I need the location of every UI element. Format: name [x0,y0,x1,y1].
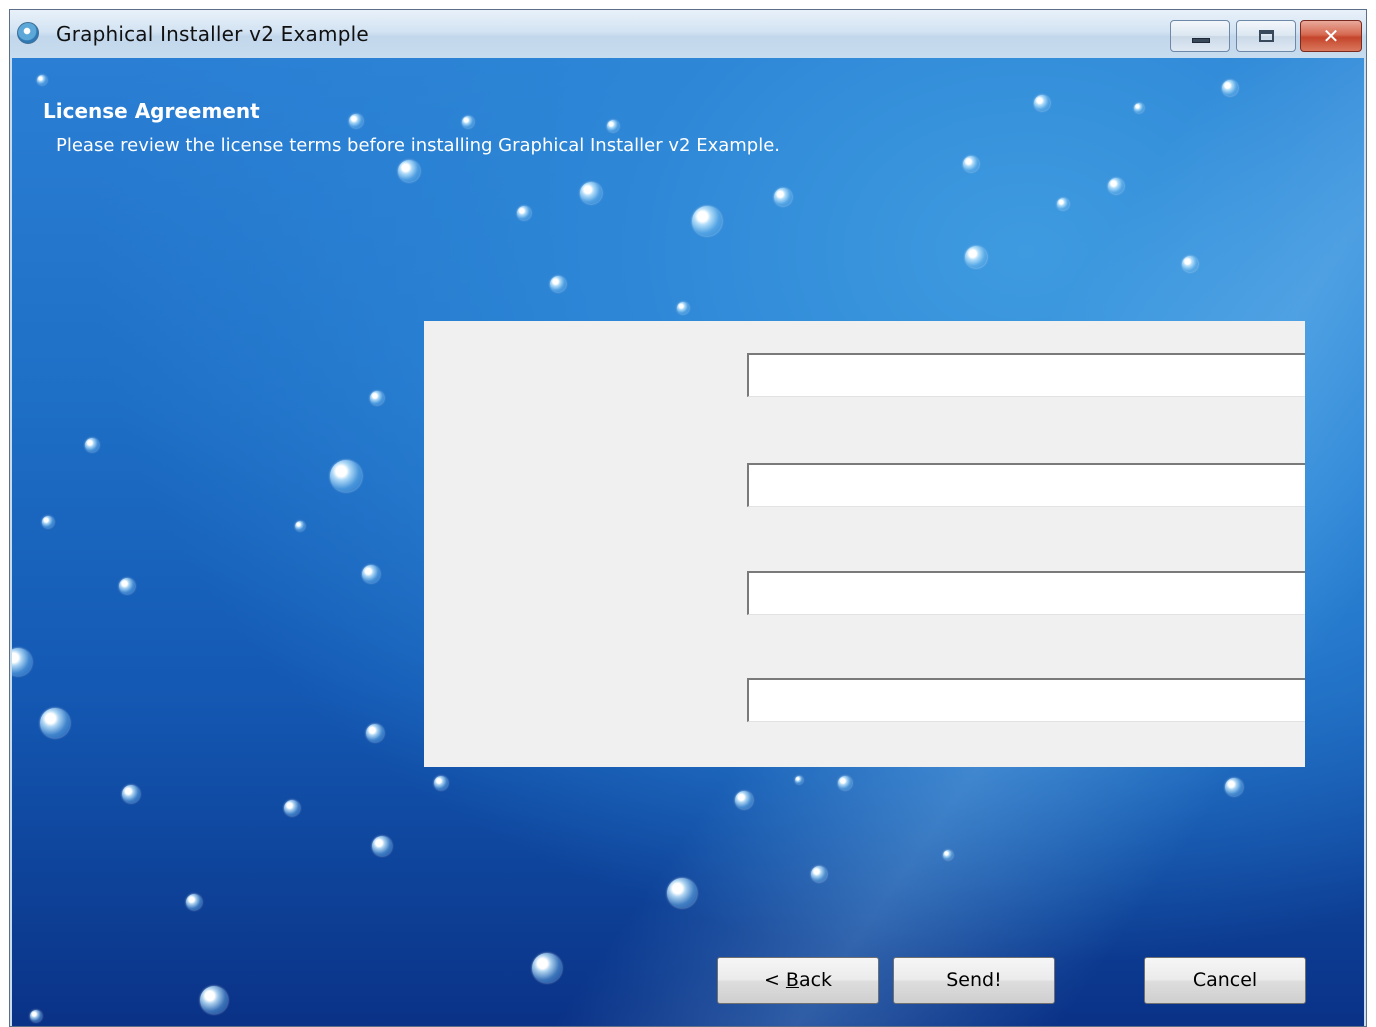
water-droplet [85,438,99,452]
water-droplet [119,578,135,594]
form-panel [424,321,1305,767]
water-droplet [186,894,202,910]
minimize-icon [1192,38,1210,43]
page-heading: License Agreement [43,99,260,123]
water-droplet [963,156,979,172]
maximize-button[interactable] [1236,20,1296,52]
water-droplet [1057,198,1069,210]
water-droplet [398,160,420,182]
back-button[interactable]: < Back [717,957,879,1004]
text-field-1[interactable] [747,353,1305,397]
water-droplet [517,206,531,220]
water-droplet [965,246,987,268]
water-droplet [366,724,384,742]
title-bar[interactable]: Graphical Installer v2 Example ✕ [10,10,1366,58]
water-droplet [550,276,566,292]
water-droplet [943,850,953,860]
water-droplet [42,516,54,528]
page-subheading: Please review the license terms before i… [56,135,781,156]
water-droplet [370,391,384,405]
back-button-mnemonic: B [785,969,799,991]
installer-window: Graphical Installer v2 Example ✕ License… [9,9,1367,1027]
back-button-prefix: < [763,969,786,991]
water-droplet [1225,778,1243,796]
back-button-rest: ack [798,969,833,991]
water-droplet [667,878,697,908]
water-droplet [607,120,619,132]
water-droplet [532,953,562,983]
send-button[interactable]: Send! [893,957,1055,1004]
water-droplet [37,75,47,85]
installer-client-area: License Agreement Please review the lice… [12,58,1364,1026]
water-droplet [735,791,753,809]
cancel-button[interactable]: Cancel [1144,957,1306,1004]
text-field-3[interactable] [747,571,1305,615]
minimize-button[interactable] [1170,20,1230,52]
water-droplet [200,986,228,1014]
maximize-icon [1259,30,1274,42]
water-droplet [811,866,827,882]
water-droplet [580,182,602,204]
water-droplet [1182,256,1198,272]
water-droplet [330,460,362,492]
close-icon: ✕ [1322,24,1340,48]
water-droplet [1108,178,1124,194]
water-droplet [692,206,722,236]
water-droplet [30,1010,42,1022]
water-droplet [372,836,392,856]
text-field-2[interactable] [747,463,1305,507]
water-droplet [838,776,852,790]
water-droplet [12,648,32,676]
water-droplet [284,800,300,816]
water-droplet [349,114,363,128]
close-button[interactable]: ✕ [1300,20,1362,52]
water-droplet [795,776,803,784]
water-droplet [1134,103,1144,113]
water-droplet [1222,80,1238,96]
water-droplet [1034,95,1050,111]
installer-app-icon[interactable] [17,22,39,44]
water-droplet [40,708,70,738]
water-droplet [677,302,689,314]
text-field-4[interactable] [747,678,1305,722]
water-droplet [295,521,305,531]
water-droplet [434,776,448,790]
water-droplet [462,116,474,128]
window-title: Graphical Installer v2 Example [56,22,369,46]
water-droplet [122,785,140,803]
water-droplet [362,565,380,583]
water-droplet [774,188,792,206]
